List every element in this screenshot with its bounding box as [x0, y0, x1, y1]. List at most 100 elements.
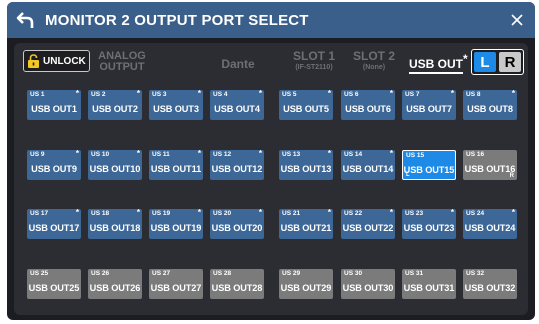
port-number: US 12: [213, 151, 232, 158]
port-button[interactable]: US 13 USB OUT13 *: [279, 149, 333, 180]
port-number: US 15: [406, 152, 425, 159]
port-button[interactable]: US 12 USB OUT12 *: [210, 149, 264, 180]
port-number: US 16: [466, 151, 485, 158]
port-name: USB OUT23: [403, 223, 455, 233]
port-button[interactable]: US 23 USB OUT23 *: [402, 208, 456, 239]
unlock-button[interactable]: UNLOCK: [23, 50, 90, 72]
port-number: US 13: [282, 151, 301, 158]
assigned-asterisk: *: [511, 208, 515, 217]
port-number: US 17: [30, 210, 49, 217]
tab-dante[interactable]: Dante: [214, 57, 262, 71]
port-name: USB OUT2: [92, 104, 138, 114]
port-button[interactable]: US 11 USB OUT11 *: [149, 149, 203, 180]
port-button[interactable]: US 5 USB OUT5 *: [279, 89, 333, 120]
port-button[interactable]: US 31 USB OUT31: [402, 269, 456, 299]
port-button[interactable]: US 21 USB OUT21 *: [279, 208, 333, 239]
port-name: USB OUT11: [150, 164, 202, 174]
port-name: USB OUT7: [406, 104, 452, 114]
right-channel-button[interactable]: R: [499, 52, 521, 72]
port-button[interactable]: US 14 USB OUT14 *: [341, 149, 395, 180]
assigned-asterisk: *: [197, 208, 201, 217]
port-number: US 4: [213, 91, 228, 98]
assigned-asterisk: *: [258, 89, 262, 98]
port-button[interactable]: US 28 USB OUT28: [210, 269, 264, 299]
tab-slot1[interactable]: SLOT 1 (IF-ST2110): [286, 50, 342, 73]
port-name: USB OUT9: [31, 164, 77, 174]
assigned-asterisk: *: [197, 89, 201, 98]
port-number: US 14: [344, 151, 363, 158]
port-button[interactable]: US 27 USB OUT27: [149, 269, 203, 299]
tab-usb-out[interactable]: USB OUT: [409, 58, 463, 74]
port-select-panel: UNLOCK ANALOG OUTPUT Dante SLOT 1 (IF-ST…: [14, 43, 528, 315]
assigned-asterisk: *: [136, 208, 140, 217]
port-name: USB OUT28: [211, 283, 263, 293]
port-number: US 19: [152, 210, 171, 217]
port-number: US 31: [405, 270, 424, 277]
port-number: US 20: [213, 210, 232, 217]
close-button[interactable]: [503, 6, 531, 34]
port-name: USB OUT5: [283, 104, 329, 114]
tab-slot2[interactable]: SLOT 2 (None): [349, 50, 399, 73]
assigned-asterisk: *: [75, 149, 79, 158]
port-number: US 23: [405, 210, 424, 217]
back-button[interactable]: [7, 2, 45, 38]
tab-label: Dante: [221, 57, 255, 71]
assigned-asterisk: *: [327, 208, 331, 217]
assigned-asterisk: *: [75, 208, 79, 217]
port-number: US 9: [30, 151, 45, 158]
port-button[interactable]: US 19 USB OUT19 *: [149, 208, 203, 239]
port-button[interactable]: US 16 USB OUT16 R: [463, 150, 517, 180]
port-button[interactable]: US 17 USB OUT17 *: [27, 208, 81, 239]
port-button[interactable]: US 10 USB OUT10 *: [88, 149, 142, 180]
port-button[interactable]: US 15 USB OUT15 L: [402, 150, 456, 180]
tab-analog-output[interactable]: ANALOG OUTPUT: [95, 51, 149, 73]
port-name: USB OUT27: [150, 283, 202, 293]
port-button[interactable]: US 22 USB OUT22 *: [341, 208, 395, 239]
port-button[interactable]: US 4 USB OUT4 *: [210, 89, 264, 120]
port-name: USB OUT32: [464, 283, 516, 293]
port-name: USB OUT22: [342, 223, 394, 233]
port-button[interactable]: US 24 USB OUT24 *: [463, 208, 517, 239]
assigned-asterisk: *: [197, 149, 201, 158]
left-channel-button[interactable]: L: [474, 52, 496, 72]
port-button[interactable]: US 1 USB OUT1 *: [27, 89, 81, 120]
port-name: USB OUT30: [342, 283, 394, 293]
port-number: US 27: [152, 270, 171, 277]
page-title: MONITOR 2 OUTPUT PORT SELECT: [45, 11, 309, 29]
port-number: US 28: [213, 270, 232, 277]
channel-indicator: L: [406, 172, 410, 178]
assigned-asterisk: *: [511, 89, 515, 98]
port-button[interactable]: US 26 USB OUT26: [88, 269, 142, 299]
port-button[interactable]: US 6 USB OUT6 *: [341, 89, 395, 120]
port-name: USB OUT21: [280, 223, 332, 233]
port-button[interactable]: US 8 USB OUT8 *: [463, 89, 517, 120]
port-name: USB OUT13: [280, 164, 332, 174]
port-name: USB OUT29: [280, 283, 332, 293]
active-tab-underline: [409, 72, 463, 74]
port-button[interactable]: US 18 USB OUT18 *: [88, 208, 142, 239]
port-button[interactable]: US 29 USB OUT29: [279, 269, 333, 299]
port-name: USB OUT18: [89, 223, 141, 233]
port-name: USB OUT25: [28, 283, 80, 293]
port-name: USB OUT14: [342, 164, 394, 174]
assigned-asterisk: *: [450, 89, 454, 98]
port-name: USB OUT4: [214, 104, 260, 114]
port-name: USB OUT31: [403, 283, 455, 293]
port-number: US 10: [91, 151, 110, 158]
port-button[interactable]: US 25 USB OUT25: [27, 269, 81, 299]
port-button[interactable]: US 7 USB OUT7 *: [402, 89, 456, 120]
port-button[interactable]: US 30 USB OUT30: [341, 269, 395, 299]
port-name: USB OUT19: [150, 223, 202, 233]
port-button[interactable]: US 3 USB OUT3 *: [149, 89, 203, 120]
port-number: US 2: [91, 91, 106, 98]
port-number: US 5: [282, 91, 297, 98]
port-number: US 32: [466, 270, 485, 277]
port-button[interactable]: US 20 USB OUT20 *: [210, 208, 264, 239]
port-name: USB OUT1: [31, 104, 77, 114]
port-button[interactable]: US 2 USB OUT2 *: [88, 89, 142, 120]
tab-sublabel: (IF-ST2110): [295, 64, 333, 71]
lr-channel-toggle: L R: [471, 49, 524, 75]
port-number: US 3: [152, 91, 167, 98]
port-button[interactable]: US 32 USB OUT32: [463, 269, 517, 299]
port-button[interactable]: US 9 USB OUT9 *: [27, 149, 81, 180]
